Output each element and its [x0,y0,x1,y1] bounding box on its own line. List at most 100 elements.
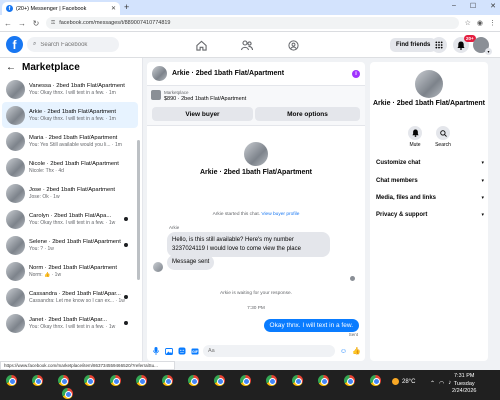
chevron-down-icon[interactable]: ▾ [485,48,492,55]
listing-avatar [6,183,25,203]
facebook-search[interactable]: ⌕ [27,37,119,52]
incoming-message[interactable]: Hello, is this still available? Here's m… [167,232,330,257]
browser-tab-bar: f (20+) Messenger | Facebook ✕ + – ☐ ✕ [0,0,500,15]
clock-day: Tuesday [453,380,475,387]
maximize-icon[interactable]: ☐ [470,2,476,10]
message-timestamp: 7:30 PM [247,306,265,311]
section-chat-members[interactable]: Chat members ▾ [376,178,484,184]
chevron-up-icon[interactable]: ⌃ [430,380,435,387]
view-buyer-profile-link[interactable]: View buyer profile [261,212,299,217]
conversation-item[interactable]: Nicole · 2bed 1bath Flat/Apartment Nicole… [2,154,138,180]
section-media-files-links[interactable]: Media, files and links ▾ [376,195,484,201]
svg-text:GIF: GIF [192,350,199,354]
chrome-taskbar-icon[interactable] [62,388,73,399]
chrome-taskbar-icon[interactable] [84,375,95,386]
chrome-taskbar-icon[interactable] [292,375,303,386]
back-arrow-icon[interactable]: ← [4,19,12,28]
search-action[interactable]: Search [430,126,456,148]
search-input[interactable] [40,41,111,48]
volume-icon[interactable]: ♪ [448,380,451,387]
url-field[interactable]: ⚿ facebook.com/messages/t/88900741077481… [46,17,459,29]
conversation-name: Vanessa · 2bed 1bath Flat/Apartment [29,82,125,89]
listing-price-title[interactable]: $890 · 2bed 1bath Flat/Apartment [164,96,246,102]
details-avatar[interactable] [415,70,443,98]
find-friends-button[interactable]: Find friends [390,38,437,52]
chrome-taskbar-icon[interactable] [110,375,121,386]
conversation-item[interactable]: Selene · 2bed 1bath Flat/Apartment You: ?… [2,232,138,258]
conversation-text: Nicole · 2bed 1bath Flat/Apartment Nicole… [29,161,138,174]
chrome-taskbar-icon[interactable] [188,375,199,386]
facebook-logo-icon[interactable]: f [6,36,23,53]
conversation-item[interactable]: Maria · 2bed 1bath Flat/Apartment You: Ye… [2,128,138,154]
seen-avatar-indicator [124,217,128,221]
conversation-info-icon[interactable]: i [352,69,360,78]
chrome-taskbar-icon[interactable] [6,375,17,386]
section-customize-chat[interactable]: Customize chat ▾ [376,160,484,166]
menu-grid-icon[interactable] [431,37,447,53]
chrome-taskbar-icon[interactable] [266,375,277,386]
chrome-taskbar-icon[interactable] [136,375,147,386]
view-buyer-button[interactable]: View buyer [152,107,253,121]
browser-menu-icon[interactable]: ⋮ [489,19,496,27]
weather-widget[interactable]: 28°C [392,378,415,385]
conversation-item[interactable]: Arkie · 2bed 1bath Flat/Apartment You: Ok… [2,102,138,128]
taskbar-clock[interactable]: 7:31 PM Tuesday 2/24/2026 [452,373,476,396]
groups-icon[interactable] [284,36,302,54]
emoji-icon[interactable]: ☺ [339,347,348,356]
bookmark-star-icon[interactable]: ☆ [465,19,471,27]
conversation-list: Vanessa · 2bed 1bath Flat/Apartment You: … [0,76,142,336]
close-window-icon[interactable]: ✕ [490,2,496,10]
sender-avatar[interactable] [153,262,163,272]
chrome-taskbar-icon[interactable] [32,375,43,386]
conversation-text: Jose · 2bed 1bath Flat/Apartment Jose: Ok… [29,187,138,200]
chat-avatar[interactable] [152,66,167,81]
new-tab-icon[interactable]: + [124,2,129,12]
home-icon[interactable] [192,36,210,54]
forward-arrow-icon[interactable]: → [18,19,26,28]
chat-intro-avatar [244,142,268,166]
incoming-message[interactable]: Message sent [167,255,215,270]
outgoing-message[interactable]: Okay thnx. I will text in a few. [263,319,359,332]
section-privacy-support[interactable]: Privacy & support ▾ [376,212,484,218]
conversation-item[interactable]: Carolyn · 2bed 1bath Flat/Apa... You: Oka… [2,206,138,232]
conversation-item[interactable]: Janet · 2bed 1bath Flat/Apar... You: Okay… [2,310,138,336]
conversation-item[interactable]: Jose · 2bed 1bath Flat/Apartment Jose: Ok… [2,180,138,206]
conversation-item[interactable]: Cassandra · 2bed 1bath Flat/Apar... Cassa… [2,284,138,310]
windows-taskbar [0,370,500,400]
sidebar-scrollbar[interactable] [137,140,140,280]
browser-tab[interactable]: f (20+) Messenger | Facebook ✕ [2,2,120,15]
chrome-taskbar-icon[interactable] [58,375,69,386]
sticker-icon[interactable] [177,347,186,356]
more-options-button[interactable]: More options [255,107,360,121]
sidebar-title: Marketplace [22,61,80,73]
minimize-icon[interactable]: – [452,2,456,10]
details-title: Arkie · 2bed 1bath Flat/Apartment [372,100,486,107]
friends-icon[interactable] [238,36,256,54]
chat-title[interactable]: Arkie · 2bed 1bath Flat/Apartment [172,70,347,77]
facebook-top-nav: f ⌕ Find friends 20+ ▾ [0,32,500,58]
site-info-icon[interactable]: ⚿ [51,20,55,27]
like-thumbs-up-icon[interactable]: 👍 [352,347,361,356]
photo-icon[interactable] [164,347,173,356]
chat-intro-title: Arkie · 2bed 1bath Flat/Apartment [199,169,313,176]
reload-icon[interactable]: ↻ [32,19,40,28]
conversation-item[interactable]: Norm · 2bed 1bath Flat/Apartment Norm: 👍 … [2,258,138,284]
url-text: facebook.com/messages/t/889007410774819 [59,20,171,26]
chrome-taskbar-icon[interactable] [318,375,329,386]
back-arrow-icon[interactable]: ← [6,62,16,73]
message-input[interactable] [203,345,335,357]
profile-icon[interactable]: ◉ [477,19,483,27]
chrome-taskbar-icon[interactable] [214,375,225,386]
chrome-taskbar-icon[interactable] [344,375,355,386]
chrome-taskbar-icon[interactable] [162,375,173,386]
close-tab-icon[interactable]: ✕ [111,5,116,12]
mute-action[interactable]: Mute [402,126,428,148]
microphone-icon[interactable] [151,347,160,356]
chrome-taskbar-icon[interactable] [240,375,251,386]
wifi-icon[interactable]: ◠ [439,380,444,387]
listing-thumbnail[interactable] [151,90,161,100]
gif-icon[interactable]: GIF [190,347,199,356]
system-tray: ⌃ ◠ ♪ [430,380,451,387]
conversation-item[interactable]: Vanessa · 2bed 1bath Flat/Apartment You: … [2,76,138,102]
chrome-taskbar-icon[interactable] [370,375,381,386]
